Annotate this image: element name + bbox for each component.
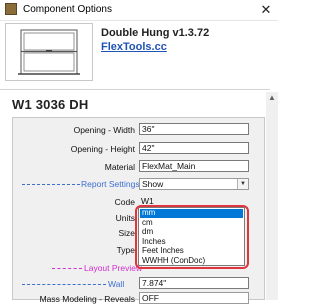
mass-modeling-value: OFF	[142, 293, 159, 303]
wall-dashes	[22, 284, 106, 285]
report-settings-dashes	[22, 184, 80, 185]
type-label: Type	[116, 245, 135, 255]
opening-height-input[interactable]: 42"	[139, 142, 249, 154]
report-settings-label: Report Settings	[81, 179, 140, 189]
entity-title: W1 3036 DH	[12, 97, 89, 112]
scrollbar[interactable]	[266, 92, 278, 300]
component-name: Double Hung v1.3.72	[101, 27, 210, 39]
material-label: Material	[104, 162, 135, 172]
chevron-down-icon[interactable]: ▼	[237, 179, 248, 189]
layout-preview-label: Layout Preview	[84, 263, 143, 273]
code-label: Code	[114, 197, 135, 207]
wall-label: Wall	[108, 279, 125, 289]
component-thumbnail	[5, 23, 93, 81]
units-label: Units	[115, 213, 135, 223]
annotation-highlight	[135, 205, 249, 269]
report-settings-select[interactable]: Show ▼	[139, 178, 249, 190]
opening-width-input[interactable]: 36"	[139, 123, 249, 135]
opening-height-label: Opening - Height	[70, 144, 135, 154]
material-input[interactable]: FlexMat_Main	[139, 160, 249, 172]
mass-modeling-label: Mass Modeling - Reveals	[39, 294, 135, 304]
layout-preview-dashes	[52, 268, 82, 269]
report-settings-value: Show	[142, 179, 164, 189]
wall-input[interactable]: 7.874"	[139, 277, 249, 289]
window-title: Component Options	[23, 4, 112, 15]
mass-modeling-select[interactable]: OFF	[139, 292, 249, 304]
size-label: Size	[118, 228, 135, 238]
window-thumbnail-icon	[18, 29, 80, 75]
flextools-link[interactable]: FlexTools.cc	[101, 41, 167, 53]
component-icon	[5, 3, 17, 15]
divider	[0, 89, 270, 90]
scroll-up-arrow-icon[interactable]: ▲	[266, 92, 278, 104]
opening-width-label: Opening - Width	[73, 125, 135, 135]
close-icon[interactable]: ✕	[258, 2, 274, 18]
